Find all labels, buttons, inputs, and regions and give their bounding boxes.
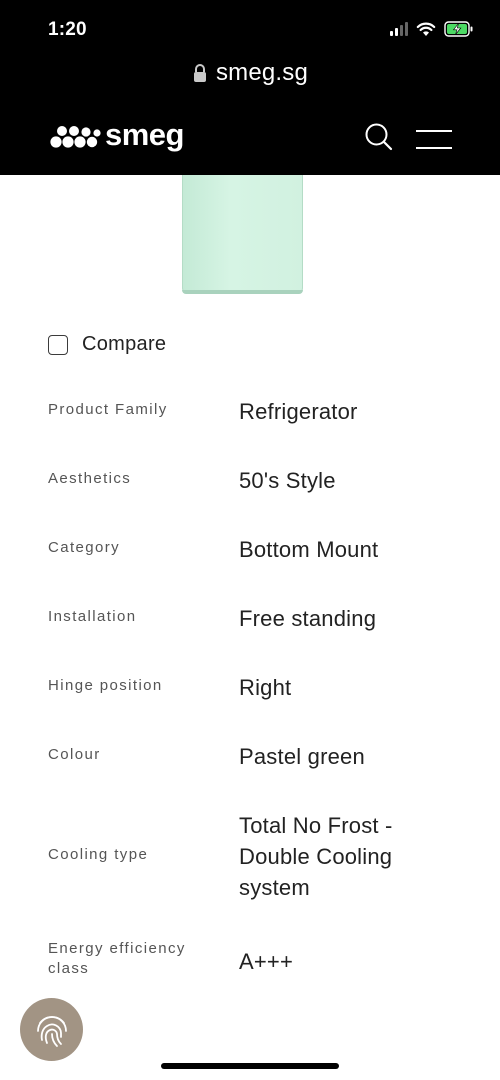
spec-label: Cooling type xyxy=(48,846,149,863)
spec-value: 50's Style xyxy=(239,468,336,493)
spec-label: Installation xyxy=(48,608,137,625)
spec-value: A+++ xyxy=(239,949,294,974)
brand-name: smeg xyxy=(105,117,184,152)
fingerprint-icon xyxy=(36,1015,67,1047)
status-time: 1:20 xyxy=(48,19,87,40)
battery-charging-icon xyxy=(444,21,473,37)
search-icon[interactable] xyxy=(364,122,394,152)
product-image-base xyxy=(182,290,303,294)
status-icons xyxy=(390,21,474,37)
lock-icon xyxy=(193,64,206,82)
spec-value: Refrigerator xyxy=(239,399,358,424)
status-bar: 1:20 xyxy=(0,0,500,50)
spec-label: Category xyxy=(48,539,121,556)
hamburger-menu-icon[interactable] xyxy=(416,130,452,150)
spec-label: Product Family xyxy=(48,401,168,418)
address-bar[interactable]: smeg.sg xyxy=(0,50,500,100)
home-indicator[interactable] xyxy=(161,1063,339,1069)
cellular-signal-icon xyxy=(390,22,408,36)
compare-toggle[interactable]: Compare xyxy=(48,333,166,356)
compare-label: Compare xyxy=(82,333,167,355)
logo-dots-icon xyxy=(50,125,101,148)
spec-value: Free standing xyxy=(239,606,377,631)
spec-value: Bottom Mount xyxy=(239,537,379,562)
smeg-logo[interactable]: smeg xyxy=(50,119,184,150)
spec-value: Right xyxy=(239,675,292,700)
spec-value: Pastel green xyxy=(239,744,365,769)
spec-label: Hinge position xyxy=(48,677,163,694)
spec-label: Aesthetics xyxy=(48,470,132,487)
wifi-icon xyxy=(416,22,436,36)
spec-label: Colour xyxy=(48,746,101,763)
spec-value: Total No Frost - Double Cooling system xyxy=(239,813,393,900)
fingerprint-button[interactable] xyxy=(20,998,83,1061)
product-image xyxy=(182,175,303,294)
compare-checkbox[interactable] xyxy=(48,334,68,355)
spec-label: Energy efficiency class xyxy=(48,940,186,977)
url-text: smeg.sg xyxy=(215,59,309,86)
